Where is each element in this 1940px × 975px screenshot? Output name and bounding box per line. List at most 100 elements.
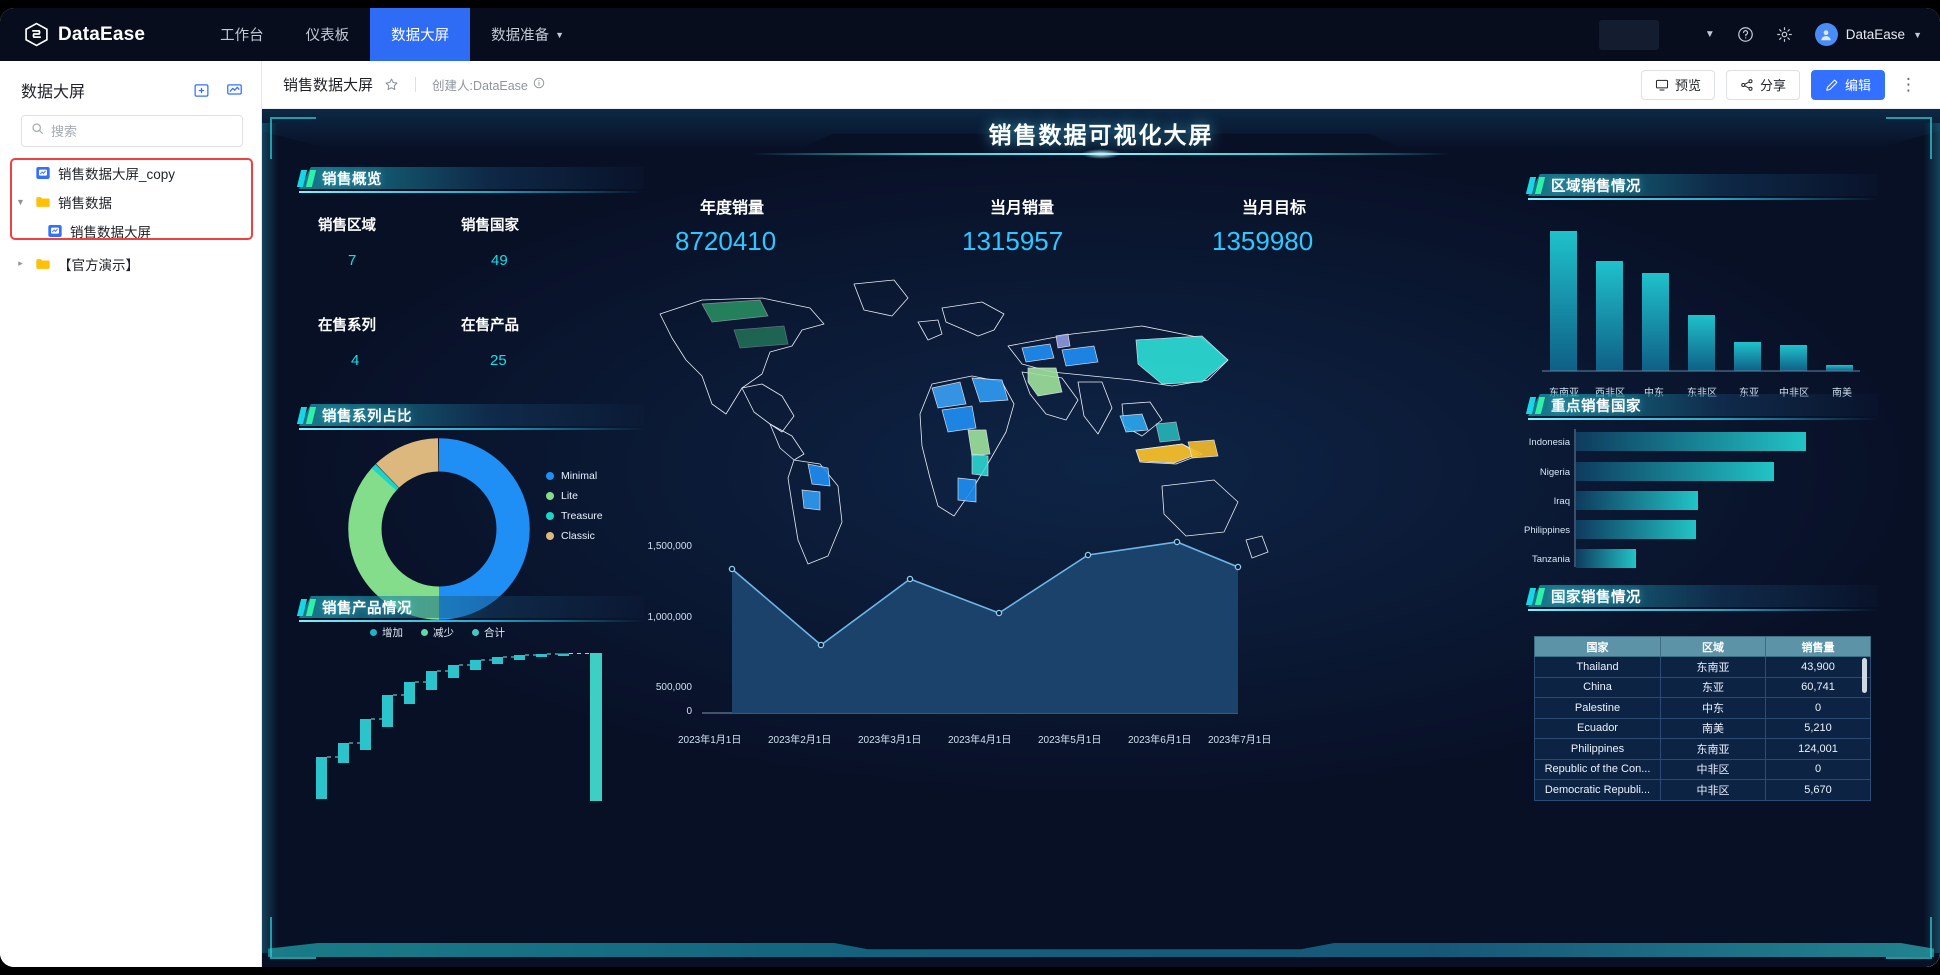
waterfall-bar	[404, 682, 415, 704]
search-input[interactable]	[51, 124, 233, 139]
sidebar: 数据大屏	[0, 61, 262, 967]
info-icon[interactable]	[533, 77, 545, 92]
chevron-down-icon[interactable]: ▼	[1705, 29, 1715, 40]
y-tick-label: 0	[592, 706, 692, 717]
hbar-0	[1576, 432, 1806, 451]
map-country-blue-7	[808, 464, 830, 486]
tree-item-sales-screen[interactable]: 销售数据大屏	[0, 216, 261, 245]
nav-item-workbench[interactable]: 工作台	[199, 8, 285, 61]
tree-item-sales-data-folder[interactable]: ▼ 销售数据	[0, 187, 261, 216]
creator-info: 创建人:DataEase	[432, 75, 545, 94]
bar-region-1	[1596, 261, 1623, 371]
share-button[interactable]: 分享	[1726, 70, 1800, 100]
gear-icon[interactable]	[1776, 26, 1793, 43]
waterfall-bar	[514, 655, 525, 660]
map-country-green-1	[1028, 368, 1062, 396]
legend-item-minimal[interactable]: Minimal	[546, 470, 597, 482]
chevron-right-icon[interactable]: ▸	[14, 258, 27, 269]
stat-value-series: 4	[351, 352, 359, 369]
area-chart-monthly-sales[interactable]	[662, 527, 1262, 737]
legend-label: 增加	[382, 625, 403, 640]
country-sales-table[interactable]: 国家 区域 销售量 Thailand 东南亚 43,900	[1534, 636, 1871, 801]
map-country-blue-5	[972, 378, 1008, 402]
legend-item-classic[interactable]: Classic	[546, 530, 595, 542]
edit-button[interactable]: 编辑	[1811, 70, 1885, 100]
sidebar-search-area	[0, 105, 261, 147]
table-scrollbar[interactable]	[1862, 658, 1867, 693]
legend-dot	[546, 492, 554, 500]
bar-region-4	[1734, 342, 1761, 371]
main-nav-items: 工作台 仪表板 数据大屏 数据准备 ▼	[199, 8, 585, 61]
nav-item-dashboard[interactable]: 仪表板	[285, 8, 371, 61]
kpi-value-month: 1315957	[962, 226, 1063, 257]
kpi-label-month: 当月销量	[990, 194, 1054, 218]
tree-item-official-demo[interactable]: ▸ 【官方演示】	[0, 249, 261, 278]
table-cell-country: China	[1535, 677, 1661, 698]
table-row[interactable]: Democratic Republi... 中非区 5,670	[1535, 780, 1871, 801]
more-vertical-icon[interactable]: ⋮	[1896, 75, 1922, 95]
y-tick-label: 1,500,000	[592, 541, 692, 552]
hbar-chart-key-countries[interactable]: Indonesia Nigeria Iraq Philippines Tanza…	[1518, 425, 1868, 575]
x-tick-label: 2023年3月1日	[858, 731, 921, 746]
waterfall-chart-product[interactable]	[302, 647, 614, 809]
preview-button[interactable]: 预览	[1641, 70, 1715, 100]
legend-item-treasure[interactable]: Treasure	[546, 510, 603, 522]
panel-title: 销售系列占比	[322, 405, 412, 426]
brand-logo-area[interactable]: DataEase	[24, 22, 145, 47]
title-decoration	[751, 149, 1451, 161]
table-row[interactable]: Ecuador 南美 5,210	[1535, 718, 1871, 739]
hbar-4	[1576, 549, 1636, 568]
x-tick-label: 2023年5月1日	[1038, 731, 1101, 746]
waterfall-bar	[382, 695, 393, 727]
tree-item-sales-screen-copy[interactable]: ▸ 销售数据大屏_copy	[0, 158, 261, 187]
stat-label-country: 销售国家	[461, 214, 519, 235]
nav-item-screen[interactable]: 数据大屏	[370, 8, 470, 61]
table-row[interactable]: Palestine 中东 0	[1535, 698, 1871, 719]
panel-header-country-sales: 国家销售情况	[1528, 582, 1878, 610]
nav-placeholder-box	[1599, 20, 1659, 50]
screen-icon	[34, 164, 51, 181]
kpi-value-annual: 8720410	[675, 226, 776, 257]
waterfall-bar-total	[590, 653, 602, 801]
table-cell-sales: 124,001	[1766, 739, 1871, 760]
map-country-blue-4	[942, 406, 976, 432]
table-row[interactable]: Philippines 东南亚 124,001	[1535, 739, 1871, 760]
avatar	[1815, 23, 1838, 46]
waterfall-bar	[536, 654, 547, 657]
frame-bottom-decoration	[268, 943, 1934, 957]
edit-label: 编辑	[1845, 75, 1871, 94]
page-title: 销售数据大屏	[283, 74, 373, 95]
template-icon[interactable]	[226, 82, 243, 99]
chevron-down-icon[interactable]: ▼	[14, 197, 27, 207]
waterfall-bar	[338, 743, 349, 763]
legend-item-decrease[interactable]: 减少	[421, 625, 454, 640]
legend-dot	[421, 629, 428, 636]
table-cell-country: Thailand	[1535, 657, 1661, 678]
frame-right-decoration	[1924, 123, 1940, 953]
legend-item-lite[interactable]: Lite	[546, 490, 578, 502]
table-cell-sales: 0	[1766, 759, 1871, 780]
waterfall-legend: 增加 减少 合计	[370, 625, 505, 640]
creator-label: 创建人:DataEase	[432, 75, 528, 94]
legend-item-total[interactable]: 合计	[472, 625, 505, 640]
user-menu[interactable]: DataEase ▼	[1815, 23, 1922, 46]
map-country-orange-2	[1188, 440, 1218, 458]
star-icon[interactable]	[384, 77, 399, 92]
search-box[interactable]	[21, 115, 243, 147]
add-screen-icon[interactable]	[193, 82, 210, 99]
help-icon[interactable]	[1737, 26, 1754, 43]
waterfall-bar	[426, 671, 437, 690]
table-row[interactable]: Republic of the Con... 中非区 0	[1535, 759, 1871, 780]
bar-chart-region[interactable]	[1534, 219, 1864, 379]
dashboard-canvas-wrapper: 销售数据可视化大屏 销售概览 销售区域 7 销售国家 49 在售系列 4	[262, 109, 1940, 967]
hbar-label-1: Nigeria	[1540, 467, 1571, 478]
legend-item-increase[interactable]: 增加	[370, 625, 403, 640]
table-cell-region: 中非区	[1661, 759, 1766, 780]
table-row[interactable]: China 东亚 60,741	[1535, 677, 1871, 698]
map-country-blue-6	[958, 478, 976, 502]
table-cell-sales: 43,900	[1766, 657, 1871, 678]
stat-label-series: 在售系列	[318, 314, 376, 335]
nav-item-data-prep[interactable]: 数据准备 ▼	[470, 8, 585, 61]
table-row[interactable]: Thailand 东南亚 43,900	[1535, 657, 1871, 678]
table-cell-region: 中非区	[1661, 780, 1766, 801]
